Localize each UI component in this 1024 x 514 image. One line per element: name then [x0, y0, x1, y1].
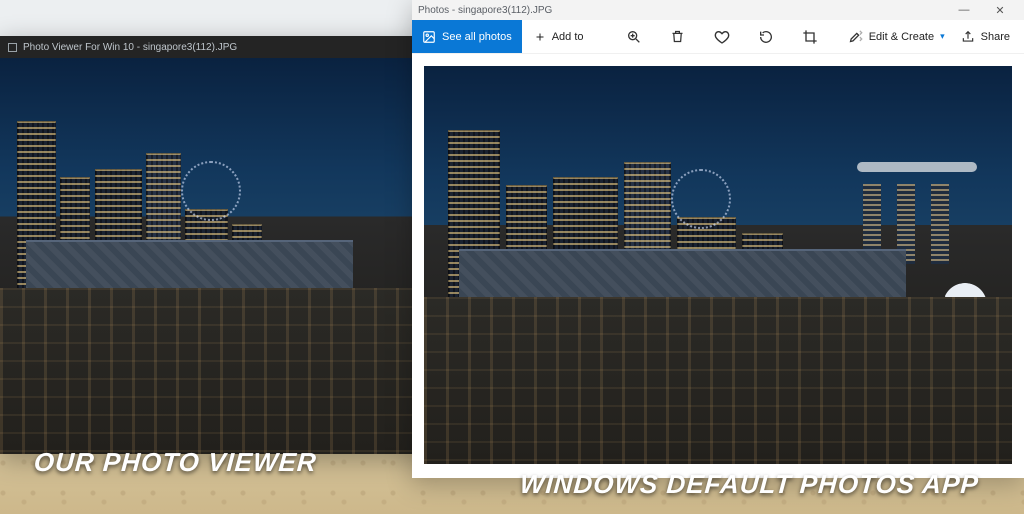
- rotate-icon[interactable]: [758, 29, 774, 45]
- photos-image[interactable]: [424, 66, 1012, 464]
- share-label: Share: [981, 31, 1010, 43]
- crop-icon[interactable]: [802, 29, 818, 45]
- edit-create-label: Edit & Create: [869, 31, 934, 43]
- zoom-icon[interactable]: [626, 29, 642, 45]
- photos-title: Photos - singapore3(112).JPG: [418, 5, 552, 16]
- delete-icon[interactable]: [670, 29, 686, 45]
- city-photo: [424, 66, 1012, 464]
- our-viewer-titlebar[interactable]: Photo Viewer For Win 10 - singapore3(112…: [0, 36, 430, 58]
- our-viewer-photo[interactable]: [0, 58, 430, 454]
- city-photo: [0, 58, 430, 454]
- see-all-photos-button[interactable]: See all photos: [412, 20, 522, 53]
- our-viewer-title: Photo Viewer For Win 10 - singapore3(112…: [23, 42, 237, 53]
- add-to-label: Add to: [552, 31, 584, 43]
- chevron-down-icon: ▾: [940, 31, 945, 42]
- minimize-button[interactable]: —: [946, 4, 982, 16]
- share-button[interactable]: Share: [961, 30, 1010, 44]
- share-icon: [961, 30, 975, 44]
- add-to-button[interactable]: Add to: [522, 31, 596, 43]
- edit-create-button[interactable]: Edit & Create ▾: [848, 29, 945, 44]
- edit-icon: [848, 29, 863, 44]
- plus-icon: [534, 31, 546, 43]
- favorite-icon[interactable]: [714, 29, 730, 45]
- photos-titlebar[interactable]: Photos - singapore3(112).JPG — ✕: [412, 0, 1024, 20]
- see-all-photos-label: See all photos: [442, 31, 512, 43]
- toolbar-right: Edit & Create ▾ Share: [848, 29, 1024, 44]
- photos-toolbar: See all photos Add to: [412, 20, 1024, 54]
- caption-left: OUR PHOTO VIEWER: [33, 447, 318, 478]
- toolbar-center: [596, 29, 848, 45]
- image-icon: [422, 30, 436, 44]
- windows-photos-window: Photos - singapore3(112).JPG — ✕ See all…: [412, 0, 1024, 478]
- our-photo-viewer-window: Photo Viewer For Win 10 - singapore3(112…: [0, 36, 430, 454]
- caption-right: WINDOWS DEFAULT PHOTOS APP: [519, 469, 980, 500]
- photos-canvas: [412, 54, 1024, 478]
- close-button[interactable]: ✕: [982, 4, 1018, 17]
- comparison-stage: Photo Viewer For Win 10 - singapore3(112…: [0, 0, 1024, 514]
- app-icon: [8, 43, 17, 52]
